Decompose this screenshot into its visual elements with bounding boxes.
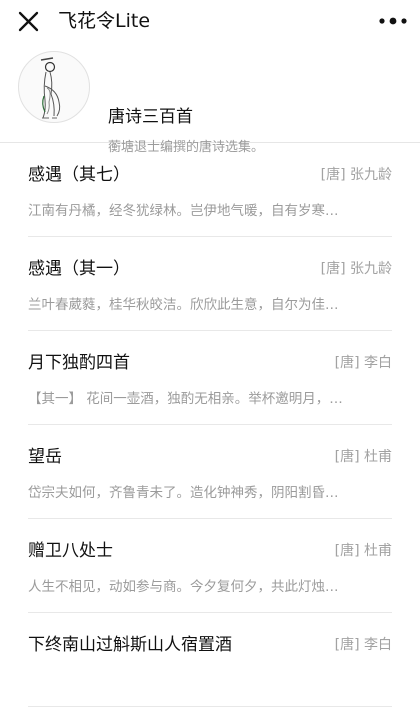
poem-title: 望岳 — [28, 447, 62, 467]
poem-excerpt: 【其一】 花间一壶酒，独酌无相亲。举杯邀明月，… — [28, 391, 343, 407]
poem-list-item[interactable]: 感遇（其七） [唐] 张九龄 江南有丹橘，经冬犹绿林。岂伊地气暖，自有岁寒… — [0, 143, 420, 237]
book-avatar — [18, 51, 90, 123]
poem-title: 月下独酌四首 — [28, 353, 130, 373]
poem-author: [唐] 杜甫 — [334, 449, 392, 465]
poem-author: [唐] 李白 — [334, 637, 392, 653]
poem-author: [唐] 李白 — [334, 355, 392, 371]
poem-list: 感遇（其七） [唐] 张九龄 江南有丹橘，经冬犹绿林。岂伊地气暖，自有岁寒… 感… — [0, 143, 420, 707]
book-header: 唐诗三百首 蘅塘退士编撰的唐诗选集。 — [0, 44, 420, 155]
close-button[interactable] — [12, 7, 44, 37]
poem-author: [唐] 杜甫 — [334, 543, 392, 559]
poem-title: 感遇（其七） — [28, 165, 130, 185]
poem-excerpt: 人生不相见，动如参与商。今夕复何夕，共此灯烛… — [28, 579, 339, 595]
poem-author: [唐] 张九龄 — [320, 167, 392, 183]
poem-list-item[interactable]: 下终南山过斛斯山人宿置酒 [唐] 李白 — [0, 613, 420, 707]
poet-figure-icon — [40, 57, 61, 119]
poem-list-item[interactable]: 赠卫八处士 [唐] 杜甫 人生不相见，动如参与商。今夕复何夕，共此灯烛… — [0, 519, 420, 613]
close-icon — [18, 11, 39, 32]
poem-title: 赠卫八处士 — [28, 541, 113, 561]
poem-title: 下终南山过斛斯山人宿置酒 — [28, 635, 232, 655]
poem-list-item[interactable]: 感遇（其一） [唐] 张九龄 兰叶春葳蕤，桂华秋皎洁。欣欣此生意，自尔为佳… — [0, 237, 420, 331]
more-icon — [379, 17, 407, 25]
poem-title: 感遇（其一） — [28, 259, 130, 279]
poem-excerpt: 兰叶春葳蕤，桂华秋皎洁。欣欣此生意，自尔为佳… — [28, 297, 339, 313]
poem-author: [唐] 张九龄 — [320, 261, 392, 277]
book-title: 唐诗三百首 — [108, 107, 193, 127]
poem-excerpt: 岱宗夫如何，齐鲁青未了。造化钟神秀，阴阳割昏… — [28, 485, 339, 501]
page-title: 飞花令Lite — [58, 10, 151, 32]
poem-excerpt: 江南有丹橘，经冬犹绿林。岂伊地气暖，自有岁寒… — [28, 203, 339, 219]
poem-list-item[interactable]: 望岳 [唐] 杜甫 岱宗夫如何，齐鲁青未了。造化钟神秀，阴阳割昏… — [0, 425, 420, 519]
more-button[interactable] — [374, 6, 412, 36]
poem-list-item[interactable]: 月下独酌四首 [唐] 李白 【其一】 花间一壶酒，独酌无相亲。举杯邀明月，… — [0, 331, 420, 425]
navigation-bar: 飞花令Lite — [0, 0, 420, 44]
